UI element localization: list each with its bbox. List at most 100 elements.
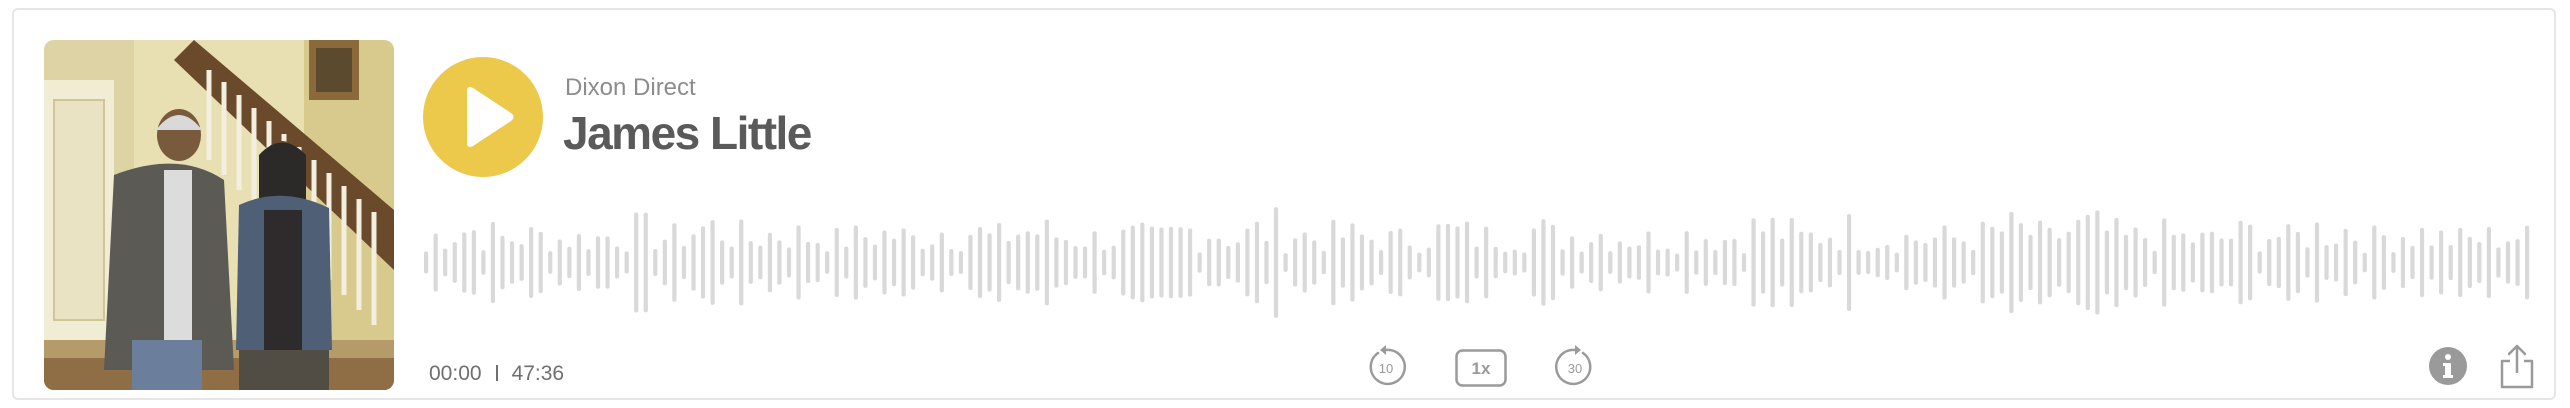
waveform-bar <box>2085 214 2090 311</box>
waveform-bar <box>1197 252 1202 273</box>
time-separator <box>495 365 498 381</box>
waveform-bar <box>2381 235 2386 290</box>
waveform-bar <box>643 212 648 313</box>
waveform-bar <box>844 246 849 279</box>
play-button[interactable] <box>423 57 543 177</box>
waveform-bar <box>2372 225 2377 300</box>
waveform-bar <box>2190 242 2195 283</box>
waveform-bar <box>1063 239 1069 286</box>
waveform-bar <box>2238 220 2243 305</box>
waveform-bar <box>1722 239 1727 286</box>
waveform-bar <box>2152 250 2157 275</box>
waveform-bar <box>1942 225 1947 300</box>
waveform-bar <box>2018 223 2024 302</box>
waveform[interactable] <box>422 195 2552 330</box>
waveform-bar <box>1102 249 1107 276</box>
waveform-bar <box>481 250 486 275</box>
waveform-bar <box>1417 252 1422 273</box>
waveform-bar <box>1474 246 1479 279</box>
waveform-scrubber[interactable] <box>422 195 2552 330</box>
waveform-bar <box>1694 250 1699 275</box>
waveform-bar <box>1350 223 1355 302</box>
waveform-bar <box>2467 236 2472 289</box>
waveform-bar <box>2314 222 2320 303</box>
waveform-bar <box>1646 231 1651 294</box>
waveform-bar <box>1235 242 1240 283</box>
waveform-bar <box>2334 243 2339 282</box>
waveform-bar <box>2143 238 2148 287</box>
current-time: 00:00 <box>429 362 482 385</box>
waveform-bar <box>930 244 935 281</box>
skip-forward-label: 30 <box>1568 361 1582 376</box>
info-button[interactable] <box>2428 346 2468 386</box>
waveform-bar <box>2028 234 2033 291</box>
waveform-bar <box>557 239 562 286</box>
waveform-bar <box>1159 227 1164 298</box>
waveform-bar <box>1464 221 1470 304</box>
play-icon[interactable] <box>423 57 543 177</box>
share-button[interactable] <box>2499 343 2535 389</box>
waveform-bar <box>2162 218 2167 307</box>
waveform-bar <box>739 219 744 306</box>
waveform-bar <box>1541 219 1546 306</box>
episode-title: James Little <box>563 107 812 159</box>
waveform-bar <box>1178 227 1183 298</box>
waveform-bar <box>1770 217 1775 308</box>
waveform-bar <box>2362 252 2367 273</box>
duration: 47:36 <box>511 362 565 385</box>
waveform-bar <box>977 227 983 298</box>
waveform-bar <box>2047 227 2052 298</box>
share-icon[interactable] <box>2499 343 2535 389</box>
waveform-bar <box>586 249 591 276</box>
waveform-bar <box>901 228 906 297</box>
skip-back-button[interactable]: 10 <box>1364 345 1408 389</box>
waveform-bar <box>1990 226 1995 299</box>
waveform-bar <box>1006 240 1011 285</box>
waveform-bar <box>2066 231 2071 294</box>
waveform-bar <box>1254 221 1260 304</box>
waveform-bar <box>1398 228 1403 297</box>
waveform-bar <box>509 241 515 284</box>
waveform-bar <box>777 240 782 285</box>
waveform-bar <box>997 223 1002 302</box>
podcast-player: Dixon Direct James Little 00:00 47:36 10 … <box>12 8 2556 400</box>
waveform-bar <box>2114 217 2119 308</box>
waveform-bar <box>2505 241 2511 284</box>
waveform-bar <box>806 241 811 284</box>
time-display: 00:00 47:36 <box>429 360 564 388</box>
forward-30-icon[interactable]: 30 <box>1553 345 1597 389</box>
waveform-bar <box>2439 230 2444 295</box>
waveform-bar <box>2286 224 2291 301</box>
waveform-bar <box>1570 236 1575 289</box>
info-icon[interactable] <box>2428 346 2468 386</box>
playback-speed-button[interactable]: 1x <box>1455 349 1507 387</box>
waveform-bar <box>1073 246 1078 279</box>
waveform-bar <box>615 246 620 279</box>
waveform-bar <box>1121 229 1126 296</box>
waveform-bar <box>1904 234 1909 291</box>
waveform-bar <box>2181 233 2186 292</box>
waveform-bar <box>1818 242 1823 283</box>
waveform-bar <box>1273 207 1279 318</box>
waveform-bar <box>1751 218 1756 307</box>
waveform-bar <box>1035 234 1040 291</box>
waveform-bar <box>1340 237 1345 288</box>
waveform-bar <box>1799 231 1804 294</box>
skip-forward-button[interactable]: 30 <box>1553 345 1597 389</box>
waveform-bar <box>1312 240 1317 285</box>
waveform-bar <box>2343 228 2348 297</box>
playback-speed-icon[interactable]: 1x <box>1455 349 1507 387</box>
waveform-bar <box>1445 223 1451 302</box>
waveform-bar <box>2257 251 2262 274</box>
rewind-10-icon[interactable]: 10 <box>1364 345 1408 389</box>
waveform-bar <box>2324 245 2329 280</box>
waveform-bar <box>1149 226 1154 299</box>
waveform-bar <box>2248 224 2253 301</box>
waveform-bar <box>767 232 772 293</box>
waveform-bar <box>1589 242 1594 283</box>
waveform-bar <box>2353 240 2358 285</box>
waveform-bar <box>1188 228 1193 297</box>
waveform-bar <box>2305 247 2310 278</box>
waveform-bar <box>1207 238 1212 287</box>
waveform-bar <box>1789 217 1794 308</box>
